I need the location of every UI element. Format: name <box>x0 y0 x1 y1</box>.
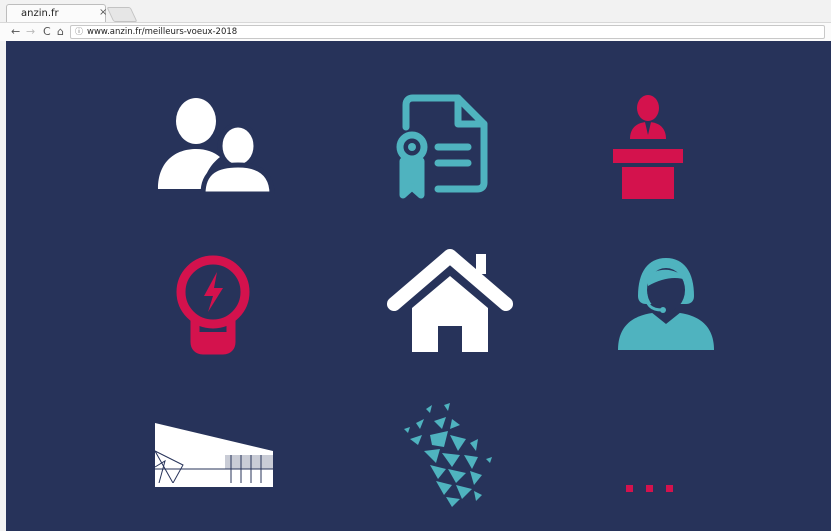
browser-toolbar: ← → C ⌂ ⓘ www.anzin.fr/meilleurs-voeux-2… <box>0 22 831 42</box>
more-dots-icon[interactable] <box>626 485 673 492</box>
certificate-document-icon[interactable] <box>376 91 516 211</box>
people-icon[interactable] <box>148 91 288 211</box>
tab-strip: anzin.fr × <box>0 0 831 22</box>
browser-tab[interactable]: anzin.fr × <box>6 4 107 22</box>
building-icon[interactable] <box>153 411 293 531</box>
address-bar[interactable]: ⓘ www.anzin.fr/meilleurs-voeux-2018 <box>70 25 825 39</box>
home-icon[interactable]: ⌂ <box>57 25 64 39</box>
url-text[interactable]: www.anzin.fr/meilleurs-voeux-2018 <box>87 26 237 38</box>
reload-icon[interactable]: C <box>43 25 51 39</box>
dot <box>646 485 653 492</box>
page-content <box>6 41 831 531</box>
dot <box>666 485 673 492</box>
dot <box>626 485 633 492</box>
shattered-face-icon[interactable] <box>386 399 526 519</box>
support-agent-icon[interactable] <box>596 246 736 366</box>
speaker-podium-icon[interactable] <box>598 91 738 211</box>
info-icon[interactable]: ⓘ <box>74 27 84 37</box>
back-arrow-icon[interactable]: ← <box>11 25 20 39</box>
browser-chrome: anzin.fr × ← → C ⌂ ⓘ www.anzin.fr/meille… <box>0 0 831 42</box>
forward-arrow-icon[interactable]: → <box>26 25 35 39</box>
tab-close-icon[interactable]: × <box>99 7 107 18</box>
lightbulb-energy-icon[interactable] <box>143 246 283 366</box>
tab-title: anzin.fr <box>21 8 59 19</box>
house-icon[interactable] <box>380 246 520 366</box>
new-tab-button[interactable] <box>106 7 138 22</box>
